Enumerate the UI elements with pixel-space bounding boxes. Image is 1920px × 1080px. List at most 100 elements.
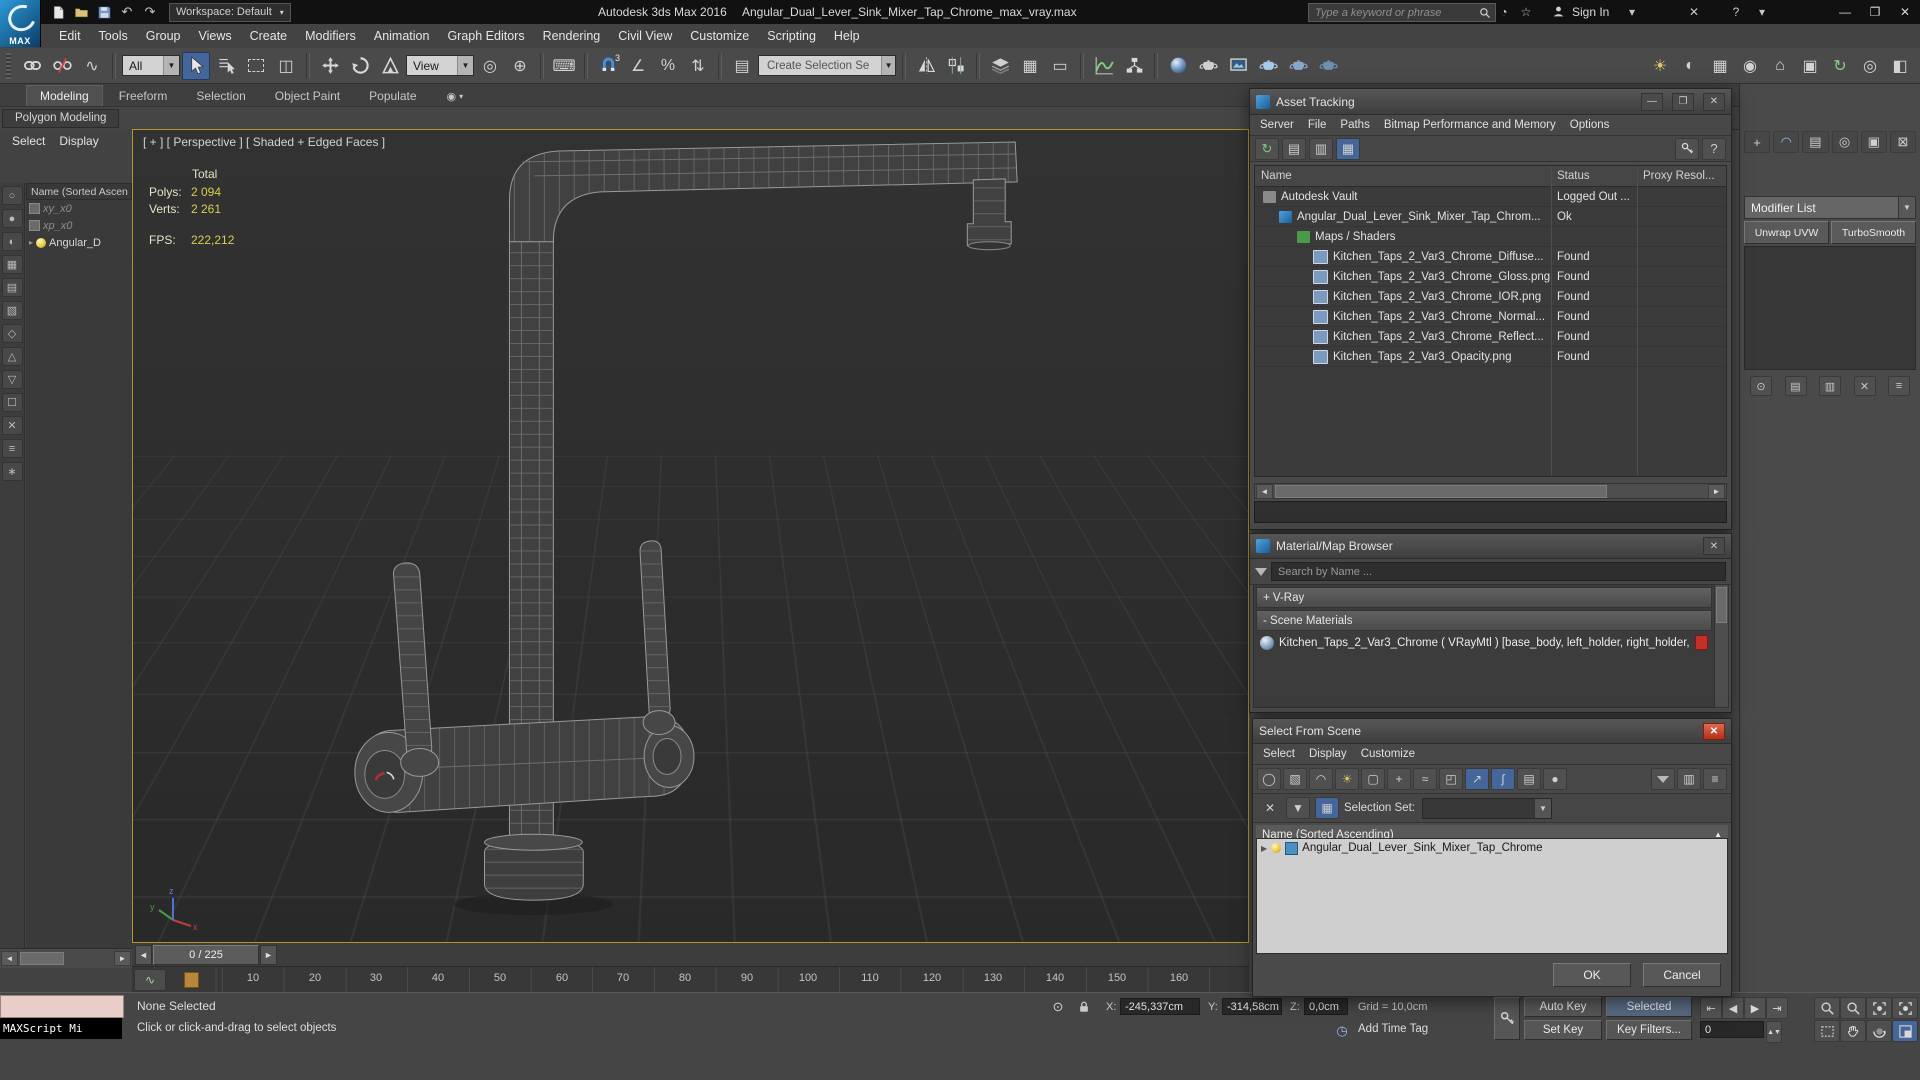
light-bulb-icon[interactable] (1271, 843, 1281, 853)
list-view-icon[interactable]: ▤ (1282, 138, 1306, 160)
tab-populate[interactable]: Populate (356, 86, 429, 106)
minimize-icon[interactable]: — (1830, 0, 1860, 23)
display-tab-icon[interactable]: ▣ (1861, 131, 1887, 153)
show-spacewarps-icon[interactable]: ▽ (2, 370, 23, 389)
tab-modeling[interactable]: Modeling (26, 85, 103, 106)
resolve-paths-icon[interactable] (1675, 138, 1699, 160)
explorer-menu-select[interactable]: Select (6, 133, 51, 149)
show-helpers-icon[interactable]: + (1387, 768, 1411, 790)
hierarchy-tab-icon[interactable]: ▤ (1802, 131, 1828, 153)
chevron-down-icon[interactable]: ▼ (1534, 799, 1551, 818)
table-row[interactable]: Maps / Shaders (1255, 227, 1726, 247)
select-and-link-icon[interactable] (18, 52, 46, 80)
help-chevron-icon[interactable]: ▾ (1752, 2, 1772, 21)
list-item[interactable]: xp_x0 (26, 217, 132, 234)
scroll-right-icon[interactable]: ► (114, 951, 131, 966)
close-icon[interactable]: ✕ (1703, 537, 1725, 555)
modify-tab-icon[interactable]: ◠ (1773, 131, 1799, 153)
menu-modifiers[interactable]: Modifiers (296, 26, 365, 46)
zoom-all-icon[interactable] (1840, 997, 1866, 1019)
pin-stack-icon[interactable]: ⊙ (1750, 376, 1772, 396)
display-none-icon[interactable]: ● (2, 209, 23, 228)
menu-customize[interactable]: Customize (681, 26, 758, 46)
align-icon[interactable] (942, 52, 970, 80)
chevron-down-icon[interactable]: ▾ (459, 92, 463, 101)
render-iterative-icon[interactable] (1284, 52, 1312, 80)
configure-modifier-sets-icon[interactable]: ≡ (1888, 376, 1910, 396)
group-scene-materials[interactable]: - Scene Materials (1256, 610, 1712, 631)
previous-frame-icon[interactable]: ◀ (1722, 997, 1744, 1019)
previous-frame-icon[interactable]: ◄ (135, 945, 152, 965)
infocenter-close-icon[interactable]: ✕ (1684, 2, 1704, 21)
trackbar-frame-marker[interactable] (184, 972, 199, 988)
angle-snap-icon[interactable]: ∠ (624, 52, 652, 80)
next-frame-icon[interactable]: ► (260, 945, 277, 965)
use-pivot-point-center-icon[interactable]: ◎ (476, 52, 504, 80)
maxscript-mini-listener[interactable]: MAXScript Mi (0, 1018, 122, 1039)
sign-in-button[interactable]: Sign In (1572, 5, 1609, 19)
select-and-manipulate-icon[interactable]: ⊕ (506, 52, 534, 80)
isolate-selection-icon[interactable]: ⊙ (1046, 997, 1070, 1017)
expander-icon[interactable]: ▶ (1261, 844, 1267, 853)
asset-tracking-titlebar[interactable]: Asset Tracking — ❐ ✕ (1250, 89, 1731, 115)
chevron-down-icon[interactable]: ▼ (881, 56, 895, 75)
home-grid-icon[interactable]: ⌂ (1766, 52, 1794, 80)
selection-filter-combo[interactable]: All ▼ (122, 55, 180, 76)
show-geometry-icon[interactable]: ▧ (1283, 768, 1307, 790)
menu-bitmap-performance[interactable]: Bitmap Performance and Memory (1378, 117, 1562, 133)
zoom-icon[interactable] (1814, 997, 1840, 1019)
menu-scripting[interactable]: Scripting (758, 26, 825, 46)
go-to-start-icon[interactable]: ⇤ (1700, 997, 1722, 1019)
motion-blur-icon[interactable]: ◎ (1856, 52, 1884, 80)
show-all-icon[interactable]: ◯ (1257, 768, 1281, 790)
ribbon-config-icon[interactable]: ◉ (447, 90, 457, 103)
column-divider[interactable] (1637, 166, 1638, 476)
percent-snap-icon[interactable]: % (654, 52, 682, 80)
scroll-right-icon[interactable]: ► (1708, 484, 1725, 499)
show-frozen-icon[interactable]: ≡ (2, 439, 23, 458)
column-status[interactable]: Status (1551, 170, 1637, 182)
scroll-left-icon[interactable]: ◄ (1256, 484, 1273, 499)
grid-toggle-icon[interactable]: ▦ (1706, 52, 1734, 80)
select-and-move-icon[interactable] (316, 52, 344, 80)
table-row[interactable]: Angular_Dual_Lever_Sink_Mixer_Tap_Chrom.… (1255, 207, 1726, 227)
perspective-viewport[interactable]: [ + ] [ Perspective ] [ Shaded + Edged F… (132, 129, 1249, 943)
save-file-icon[interactable] (94, 3, 114, 21)
motion-tab-icon[interactable]: ◎ (1832, 131, 1858, 153)
z-coordinate-field[interactable]: 0,0cm (1304, 998, 1348, 1015)
person-icon[interactable] (1548, 2, 1568, 21)
select-from-scene-titlebar[interactable]: Select From Scene ✕ (1253, 719, 1731, 744)
y-coordinate-field[interactable]: -314,58cm (1222, 998, 1282, 1015)
time-slider-handle[interactable]: 0 / 225 (153, 945, 259, 965)
material-search-input[interactable] (1276, 565, 1721, 579)
table-row[interactable]: Kitchen_Taps_2_Var3_Chrome_Gloss.png Fou… (1255, 267, 1726, 287)
scrollbar-thumb[interactable] (1716, 587, 1727, 623)
selection-set-combo[interactable]: ▼ (1422, 798, 1552, 819)
column-divider[interactable] (1551, 166, 1552, 476)
menu-edit[interactable]: Edit (50, 26, 90, 46)
schematic-view-icon[interactable] (1120, 52, 1148, 80)
show-spacewarps-icon[interactable]: ≈ (1413, 768, 1437, 790)
snaps-toggle-3d-icon[interactable]: 3 (594, 52, 622, 80)
show-helpers-icon[interactable]: △ (2, 347, 23, 366)
search-input[interactable] (1313, 6, 1479, 20)
show-materials-icon[interactable]: ● (1543, 768, 1567, 790)
show-groups-icon[interactable]: ◰ (1439, 768, 1463, 790)
show-geometry-icon[interactable]: ▦ (2, 255, 23, 274)
menu-file[interactable]: File (1302, 117, 1333, 133)
track-bar[interactable]: ∿ 10 20 30 40 50 60 70 80 90 100 110 120… (132, 967, 1249, 993)
pan-hand-icon[interactable] (1840, 1020, 1866, 1042)
set-keys-button[interactable] (1494, 997, 1520, 1040)
show-shapes-icon[interactable]: ▤ (2, 278, 23, 297)
modifier-turbosmooth-button[interactable]: TurboSmooth (1831, 221, 1916, 244)
list-item[interactable]: xy_x0 (26, 200, 132, 217)
chevron-down-icon[interactable]: ▼ (457, 56, 473, 75)
search-icon[interactable] (1479, 7, 1491, 19)
advanced-filter-icon[interactable]: ≡ (1703, 768, 1727, 790)
ribbon-panel-polygon-modeling[interactable]: Polygon Modeling (2, 109, 119, 128)
funnel-icon[interactable] (1651, 768, 1675, 790)
material-editor-icon[interactable] (1164, 52, 1192, 80)
modifier-stack-list[interactable] (1744, 246, 1916, 370)
tab-freeform[interactable]: Freeform (106, 86, 181, 106)
menu-help[interactable]: Help (825, 26, 869, 46)
